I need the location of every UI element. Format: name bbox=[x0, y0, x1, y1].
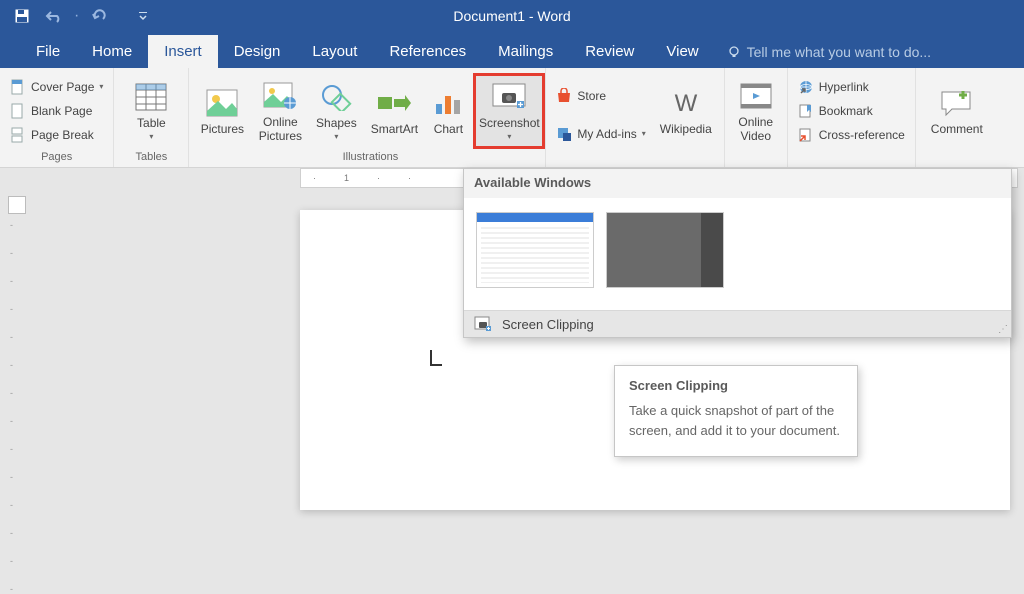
ribbon: Cover Page▾ Blank Page Page Break Pages … bbox=[0, 68, 1024, 168]
chevron-down-icon bbox=[138, 11, 148, 21]
undo-icon bbox=[45, 9, 63, 23]
text-cursor bbox=[430, 350, 442, 366]
qat-customize[interactable] bbox=[131, 4, 155, 28]
store-icon bbox=[556, 88, 572, 104]
tellme-search[interactable]: Tell me what you want to do... bbox=[715, 36, 943, 68]
window-thumbnail-2[interactable] bbox=[606, 212, 724, 288]
smartart-button[interactable]: SmartArt bbox=[365, 73, 423, 149]
crossref-icon bbox=[798, 127, 814, 143]
chart-button[interactable]: Chart bbox=[427, 73, 469, 149]
hyperlink-icon bbox=[798, 79, 814, 95]
ruler-corner[interactable] bbox=[8, 196, 26, 214]
wikipedia-button[interactable]: W Wikipedia bbox=[654, 73, 718, 149]
comment-icon bbox=[940, 86, 974, 120]
tab-file[interactable]: File bbox=[20, 35, 76, 68]
redo-button[interactable] bbox=[87, 4, 111, 28]
group-tables: Table ▾ Tables bbox=[114, 68, 189, 167]
tabstrip: File Home Insert Design Layout Reference… bbox=[0, 32, 1024, 68]
window-title: Document1 - Word bbox=[453, 8, 570, 24]
tooltip: Screen Clipping Take a quick snapshot of… bbox=[614, 365, 858, 457]
chevron-down-icon: ▾ bbox=[507, 132, 511, 141]
tooltip-body: Take a quick snapshot of part of the scr… bbox=[629, 401, 843, 440]
group-media: Online Video bbox=[725, 68, 788, 167]
wikipedia-icon: W bbox=[669, 86, 703, 120]
hyperlink-button[interactable]: Hyperlink bbox=[798, 77, 905, 97]
tab-home[interactable]: Home bbox=[76, 35, 148, 68]
comment-button[interactable]: Comment bbox=[922, 73, 992, 149]
shapes-button[interactable]: Shapes ▾ bbox=[311, 73, 361, 149]
smartart-icon bbox=[377, 86, 411, 120]
bookmark-button[interactable]: Bookmark bbox=[798, 101, 905, 121]
online-video-button[interactable]: Online Video bbox=[731, 73, 781, 149]
screenshot-button[interactable]: Screenshot ▾ bbox=[473, 73, 545, 149]
save-icon bbox=[14, 8, 30, 24]
group-label-pages: Pages bbox=[41, 149, 72, 167]
ruler-vertical[interactable]: -------------- bbox=[10, 220, 13, 594]
blank-page-button[interactable]: Blank Page bbox=[10, 101, 103, 121]
group-label-links bbox=[850, 149, 853, 167]
page-break-button[interactable]: Page Break bbox=[10, 125, 103, 145]
tellme-placeholder: Tell me what you want to do... bbox=[747, 44, 931, 60]
tab-design[interactable]: Design bbox=[218, 35, 297, 68]
chevron-down-icon: ▾ bbox=[149, 132, 153, 141]
online-pictures-icon bbox=[263, 79, 297, 113]
tab-review[interactable]: Review bbox=[569, 35, 650, 68]
group-addins: Store My Add-ins ▾ W Wikipedia bbox=[546, 68, 724, 167]
online-pictures-button[interactable]: Online Pictures bbox=[253, 73, 307, 149]
available-windows-list bbox=[464, 198, 1011, 310]
chevron-down-icon: ▾ bbox=[334, 132, 338, 141]
addins-icon bbox=[556, 126, 572, 142]
cover-page-icon bbox=[10, 79, 26, 95]
dropdown-header: Available Windows bbox=[464, 169, 1011, 198]
bulb-icon bbox=[727, 45, 741, 59]
undo-button[interactable] bbox=[42, 4, 66, 28]
save-button[interactable] bbox=[10, 4, 34, 28]
chevron-down-icon: ▾ bbox=[642, 129, 646, 138]
group-label-addins bbox=[634, 149, 637, 167]
chevron-down-icon: ▾ bbox=[99, 82, 103, 91]
tab-references[interactable]: References bbox=[373, 35, 482, 68]
pictures-icon bbox=[205, 86, 239, 120]
cross-reference-button[interactable]: Cross-reference bbox=[798, 125, 905, 145]
tab-mailings[interactable]: Mailings bbox=[482, 35, 569, 68]
bookmark-icon bbox=[798, 103, 814, 119]
group-label-illustrations: Illustrations bbox=[343, 149, 399, 167]
page-break-icon bbox=[10, 127, 26, 143]
resize-handle-icon[interactable]: ⋰ bbox=[998, 324, 1008, 335]
my-addins-button[interactable]: My Add-ins ▾ bbox=[556, 124, 645, 144]
group-illustrations: Pictures Online Pictures Shapes ▾ SmartA… bbox=[189, 68, 546, 167]
blank-page-icon bbox=[10, 103, 26, 119]
group-label-tables: Tables bbox=[135, 149, 167, 167]
group-label-comments bbox=[955, 149, 958, 167]
cover-page-button[interactable]: Cover Page▾ bbox=[10, 77, 103, 97]
pictures-button[interactable]: Pictures bbox=[195, 73, 249, 149]
screen-clipping-icon bbox=[474, 316, 492, 332]
tab-view[interactable]: View bbox=[650, 35, 714, 68]
titlebar: · Document1 - Word bbox=[0, 0, 1024, 32]
window-thumbnail-1[interactable] bbox=[476, 212, 594, 288]
screenshot-icon bbox=[492, 80, 526, 114]
redo-icon bbox=[91, 9, 107, 23]
tooltip-title: Screen Clipping bbox=[629, 378, 843, 393]
tab-insert[interactable]: Insert bbox=[148, 35, 218, 68]
table-button[interactable]: Table ▾ bbox=[120, 73, 182, 149]
screenshot-dropdown: Available Windows Screen Clipping ⋰ bbox=[463, 168, 1012, 338]
store-button[interactable]: Store bbox=[556, 86, 645, 106]
svg-text:W: W bbox=[674, 91, 697, 115]
group-links: Hyperlink Bookmark Cross-reference bbox=[788, 68, 916, 167]
table-icon bbox=[134, 80, 168, 114]
screen-clipping-item[interactable]: Screen Clipping bbox=[464, 310, 1011, 337]
qat-separator: · bbox=[74, 7, 79, 25]
tab-layout[interactable]: Layout bbox=[296, 35, 373, 68]
video-icon bbox=[739, 79, 773, 113]
shapes-icon bbox=[319, 80, 353, 114]
group-pages: Cover Page▾ Blank Page Page Break Pages bbox=[0, 68, 114, 167]
chart-icon bbox=[431, 86, 465, 120]
group-comments: Comment bbox=[916, 68, 998, 167]
group-label-media bbox=[754, 149, 757, 167]
